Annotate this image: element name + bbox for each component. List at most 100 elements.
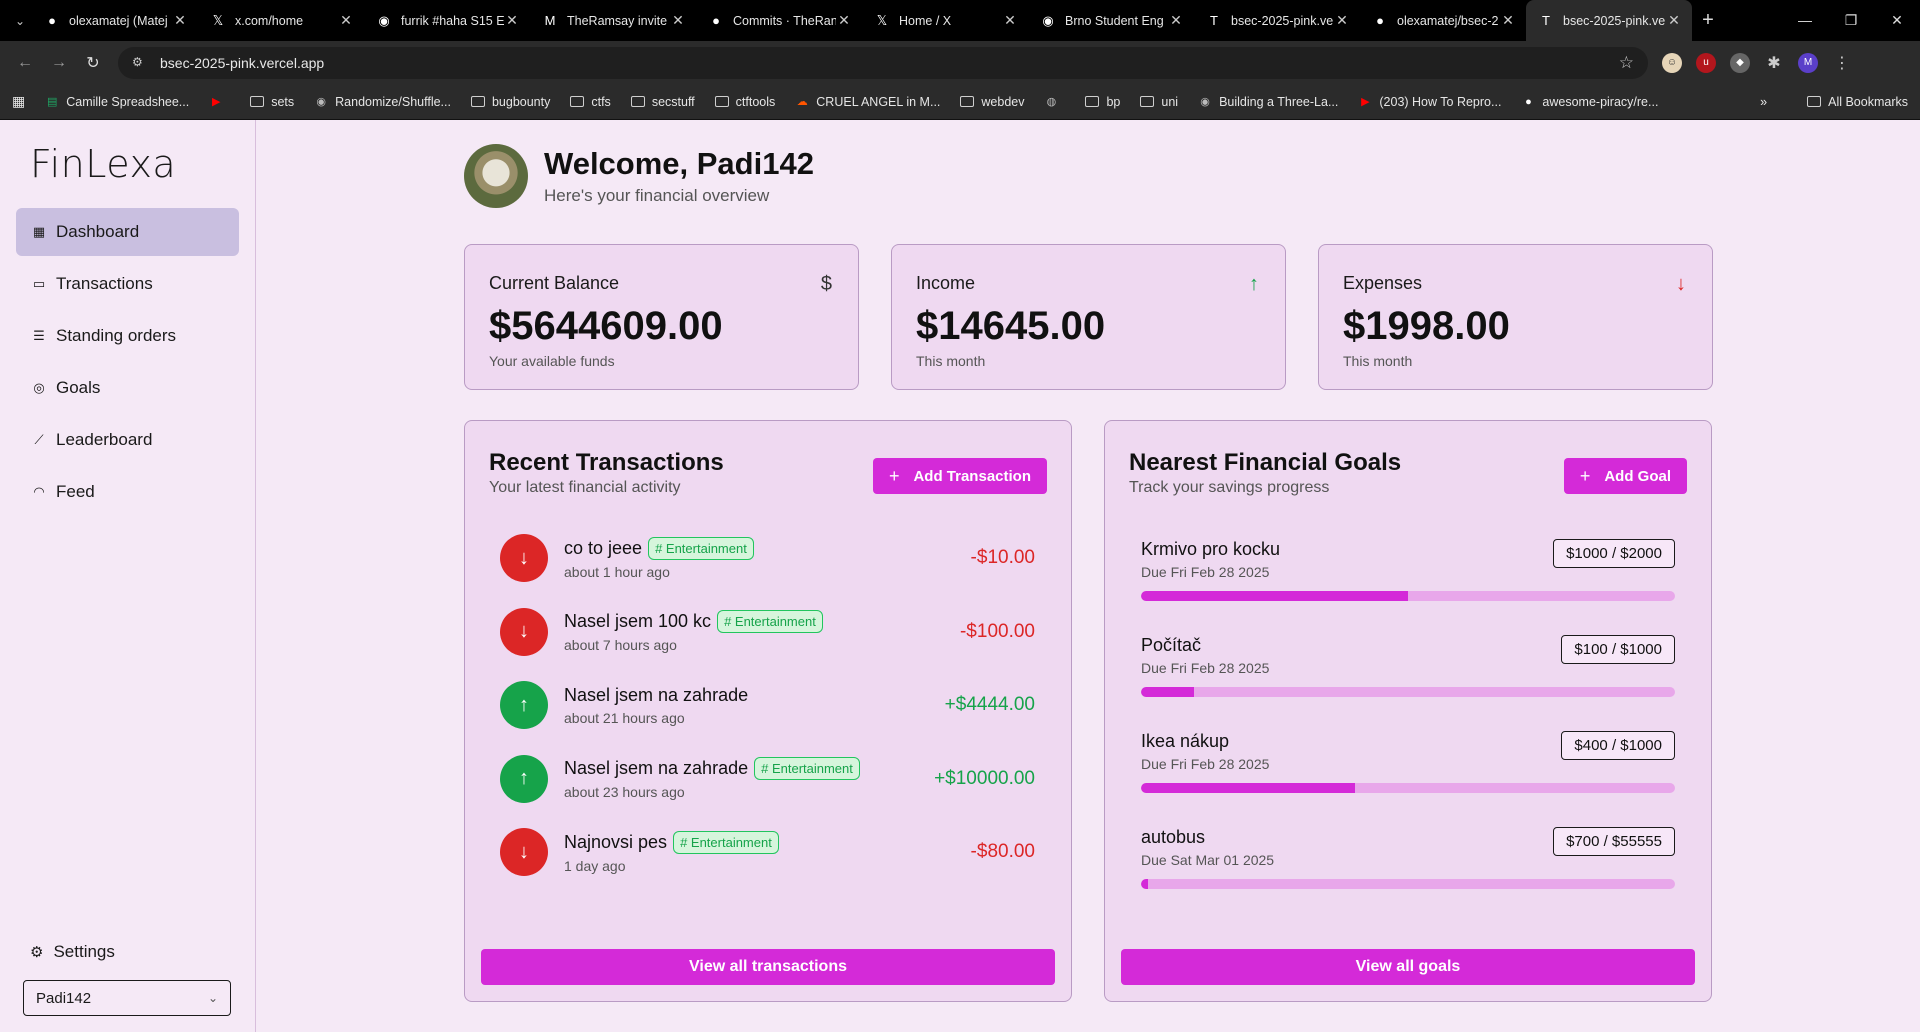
browser-tab[interactable]: T bsec-2025-pink.ve ✕ bbox=[1194, 0, 1360, 41]
bookmark-item[interactable]: ◍ bbox=[1044, 95, 1065, 109]
sidebar-item-dashboard[interactable]: ▦ Dashboard bbox=[16, 208, 239, 256]
close-tab-icon[interactable]: ✕ bbox=[504, 12, 520, 29]
transaction-row[interactable]: ↓ co to jeee # Entertainment about 1 hour… bbox=[500, 533, 1035, 583]
restore-icon[interactable]: ❐ bbox=[1828, 12, 1874, 29]
close-tab-icon[interactable]: ✕ bbox=[1334, 12, 1350, 29]
add-transaction-button[interactable]: + Add Transaction bbox=[872, 458, 1047, 494]
goal-item[interactable]: Ikea nákup Due Fri Feb 28 2025 $400 / $1… bbox=[1141, 731, 1675, 811]
bookmark-item[interactable]: ☁ CRUEL ANGEL in M... bbox=[795, 95, 941, 109]
sidebar-item-label: Goals bbox=[56, 378, 101, 397]
browser-tab[interactable]: 𝕏 Home / X ✕ bbox=[862, 0, 1028, 41]
close-tab-icon[interactable]: ✕ bbox=[836, 12, 852, 29]
transaction-row[interactable]: ↑ Nasel jsem na zahrade # Entertainment a… bbox=[500, 754, 1035, 804]
bookmark-label: webdev bbox=[981, 94, 1025, 109]
bookmark-star-icon[interactable]: ☆ bbox=[1619, 53, 1634, 73]
folder-icon bbox=[570, 96, 585, 107]
profile-avatar[interactable]: M bbox=[1798, 52, 1818, 73]
transaction-row[interactable]: ↓ Nasel jsem 100 kc # Entertainment about… bbox=[500, 607, 1035, 657]
soundcloud-icon: ☁ bbox=[796, 96, 808, 108]
browser-tab[interactable]: ● olexamatej (Matej ✕ bbox=[32, 0, 198, 41]
close-window-icon[interactable]: ✕ bbox=[1874, 12, 1920, 29]
bookmark-item[interactable]: sets bbox=[250, 95, 294, 109]
sidebar-item-transactions[interactable]: ▭ Transactions bbox=[16, 260, 239, 308]
browser-tab[interactable]: 𝕏 x.com/home ✕ bbox=[198, 0, 364, 41]
sidebar-item-label: Standing orders bbox=[56, 326, 177, 345]
menu-kebab-icon[interactable]: ⋮ bbox=[1832, 53, 1852, 73]
address-bar[interactable]: ⚙ bsec-2025-pink.vercel.app ☆ bbox=[118, 46, 1648, 79]
bookmark-item[interactable]: ctftools bbox=[714, 94, 776, 109]
ublock-icon[interactable]: u bbox=[1696, 52, 1716, 73]
sidebar-item-standing-orders[interactable]: ☰ Standing orders bbox=[16, 312, 239, 360]
arrow-up-icon: ↑ bbox=[1249, 273, 1259, 295]
extensions-puzzle-icon[interactable]: ✱ bbox=[1764, 53, 1784, 73]
close-tab-icon[interactable]: ✕ bbox=[1666, 12, 1682, 29]
close-tab-icon[interactable]: ✕ bbox=[1168, 12, 1184, 29]
bookmark-item[interactable]: ▶ (203) How To Repro... bbox=[1358, 95, 1501, 109]
bookmark-label: Building a Three-La... bbox=[1219, 94, 1339, 109]
forward-icon[interactable]: → bbox=[42, 54, 76, 72]
browser-tab[interactable]: ● Commits · TheRan ✕ bbox=[696, 0, 862, 41]
tab-title: bsec-2025-pink.ve bbox=[1563, 13, 1666, 28]
site-icon: ◉ bbox=[316, 96, 326, 108]
chart-icon: ⟋ bbox=[34, 432, 44, 447]
transaction-time: 1 day ago bbox=[564, 857, 626, 874]
arrow-down-icon: ↓ bbox=[500, 828, 548, 876]
reload-icon[interactable]: ↻ bbox=[76, 53, 110, 73]
bookmark-item[interactable]: webdev bbox=[960, 95, 1024, 109]
bookmark-item[interactable]: secstuff bbox=[630, 95, 695, 109]
folder-icon bbox=[630, 96, 645, 107]
category-tag: # Entertainment bbox=[648, 536, 754, 560]
close-tab-icon[interactable]: ✕ bbox=[670, 12, 686, 29]
browser-tab[interactable]: ◉ Brno Student Eng ✕ bbox=[1028, 0, 1194, 41]
bookmark-item[interactable]: ctfs bbox=[570, 95, 611, 109]
bookmark-item[interactable]: ▶ bbox=[209, 95, 230, 109]
sidebar-item-leaderboard[interactable]: ⟋ Leaderboard bbox=[16, 416, 239, 464]
goal-item[interactable]: Počítač Due Fri Feb 28 2025 $100 / $1000 bbox=[1141, 635, 1675, 715]
close-tab-icon[interactable]: ✕ bbox=[338, 12, 354, 29]
minimize-icon[interactable]: — bbox=[1782, 12, 1828, 29]
browser-tab[interactable]: ● olexamatej/bsec-2 ✕ bbox=[1360, 0, 1526, 41]
bookmark-item[interactable]: ▤ Camille Spreadshee... bbox=[45, 95, 189, 109]
transaction-row[interactable]: ↓ Najnovsi pes # Entertainment 1 day ago … bbox=[500, 827, 1035, 877]
bookmark-label: bugbounty bbox=[491, 94, 551, 109]
panel-title: Nearest Financial Goals bbox=[1129, 449, 1402, 476]
browser-tab[interactable]: ◉ furrik #haha S15 E ✕ bbox=[364, 0, 530, 41]
tab-search-icon[interactable]: ⌄ bbox=[8, 14, 32, 28]
close-tab-icon[interactable]: ✕ bbox=[1002, 12, 1018, 29]
bookmark-item[interactable]: uni bbox=[1140, 95, 1178, 109]
view-all-goals-button[interactable]: View all goals bbox=[1121, 949, 1695, 985]
new-tab-button[interactable]: + bbox=[1692, 9, 1724, 32]
bookmark-item[interactable]: bugbounty bbox=[470, 94, 551, 109]
all-bookmarks[interactable]: All Bookmarks bbox=[1807, 95, 1908, 109]
add-goal-button[interactable]: + Add Goal bbox=[1563, 458, 1687, 494]
goal-item[interactable]: Krmivo pro kocku Due Fri Feb 28 2025 $10… bbox=[1141, 539, 1675, 619]
more-bookmarks-icon[interactable]: » bbox=[1760, 95, 1767, 109]
settings-label: Settings bbox=[53, 942, 115, 961]
welcome-header: Welcome, Padi142 Here's your financial o… bbox=[464, 144, 814, 208]
settings-link[interactable]: ⚙ Settings bbox=[16, 942, 115, 962]
bookmark-item[interactable]: ● awesome-piracy/re... bbox=[1521, 95, 1658, 109]
sidebar-item-feed[interactable]: ◠ Feed bbox=[16, 468, 239, 516]
apps-grid-icon[interactable]: ▦ bbox=[12, 93, 25, 110]
close-tab-icon[interactable]: ✕ bbox=[1500, 12, 1516, 29]
transaction-time: about 7 hours ago bbox=[564, 637, 677, 653]
sidebar-item-goals[interactable]: ◎ Goals bbox=[16, 364, 239, 412]
close-tab-icon[interactable]: ✕ bbox=[172, 12, 188, 29]
avatar bbox=[464, 144, 528, 208]
browser-tab[interactable]: T bsec-2025-pink.ve ✕ bbox=[1526, 0, 1692, 41]
bookmark-item[interactable]: ◉ Building a Three-La... bbox=[1198, 95, 1338, 109]
browser-tab[interactable]: M TheRamsay invite ✕ bbox=[530, 0, 696, 41]
bookmark-label: ctftools bbox=[735, 94, 776, 109]
transaction-amount: -$100.00 bbox=[959, 620, 1035, 642]
bookmark-item[interactable]: bp bbox=[1085, 95, 1120, 109]
extension-icon[interactable]: ☺ bbox=[1662, 52, 1682, 73]
site-info-icon[interactable]: ⚙ bbox=[132, 55, 148, 71]
panel-title: Recent Transactions bbox=[489, 449, 724, 476]
back-icon[interactable]: ← bbox=[8, 54, 42, 72]
view-all-transactions-button[interactable]: View all transactions bbox=[481, 949, 1055, 985]
bookmark-item[interactable]: ◉ Randomize/Shuffle... bbox=[314, 95, 451, 109]
goal-item[interactable]: autobus Due Sat Mar 01 2025 $700 / $5555… bbox=[1141, 827, 1675, 907]
transaction-row[interactable]: ↑ Nasel jsem na zahrade about 21 hours a… bbox=[500, 680, 1035, 730]
ghost-extension-icon[interactable]: ◆ bbox=[1730, 52, 1750, 73]
user-select[interactable]: Padi142 ⌄ bbox=[23, 980, 231, 1016]
